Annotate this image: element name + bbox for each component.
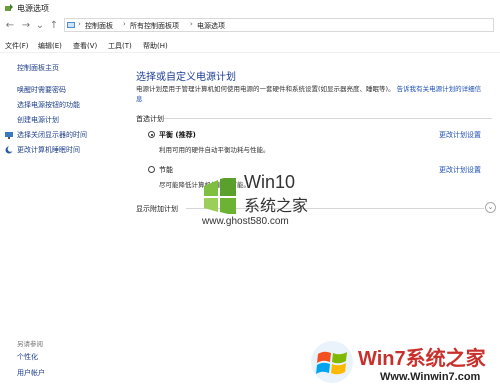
plan-power-saver-change-link[interactable]: 更改计划设置	[439, 165, 481, 175]
back-button[interactable]: ←	[4, 20, 16, 32]
page-description: 电源计划是用于管理计算机如何使用电源的一套硬件和系统设置(如显示器亮度、睡眠等)…	[136, 84, 486, 104]
sidebar-item-sleep[interactable]: 更改计算机睡眠时间	[17, 145, 80, 155]
address-bar-row: ← → ⌄ ↑ › 控制面板 › 所有控制面板项 › 电源选项	[0, 16, 500, 36]
menu-tools[interactable]: 工具(T)	[108, 41, 132, 51]
watermark-win10-text: Win10	[244, 172, 296, 192]
breadcrumb-separator: ›	[78, 20, 81, 28]
power-options-icon	[5, 4, 13, 11]
see-also-user-accounts[interactable]: 用户帐户	[17, 368, 45, 378]
watermark-url-text: www.ghost580.com	[202, 216, 289, 227]
section-divider	[164, 118, 492, 119]
sidebar-item-require-password[interactable]: 唤醒时需要密码	[17, 85, 66, 95]
plan-balanced-desc: 利用可用的硬件自动平衡功耗与性能。	[159, 146, 270, 154]
control-panel-icon	[67, 22, 75, 28]
breadcrumb-separator: ›	[123, 20, 126, 28]
see-also-label: 另请参阅	[17, 340, 43, 348]
breadcrumb-power-options[interactable]: 电源选项	[197, 21, 225, 31]
plan-power-saver-name[interactable]: 节能	[159, 165, 173, 175]
page-title: 选择或自定义电源计划	[136, 72, 236, 83]
breadcrumb-all-items[interactable]: 所有控制面板项	[130, 21, 179, 31]
sidebar-item-create-plan[interactable]: 创建电源计划	[17, 115, 59, 125]
sleep-moon-icon	[5, 146, 13, 154]
address-field[interactable]: › 控制面板 › 所有控制面板项 › 电源选项	[64, 18, 494, 32]
preferred-plans-label: 首选计划	[136, 115, 164, 123]
watermark-win10: Win10 系统之家 www.ghost580.com	[200, 172, 350, 232]
window-title: 电源选项	[17, 4, 49, 13]
up-button[interactable]: ↑	[48, 20, 60, 32]
title-bar: 电源选项	[0, 0, 500, 16]
win10-logo-icon	[204, 178, 236, 214]
recent-locations-button[interactable]: ⌄	[34, 20, 46, 32]
see-also-personalization[interactable]: 个性化	[17, 352, 38, 362]
sidebar-item-display-off[interactable]: 选择关闭显示器的时间	[17, 130, 87, 140]
menu-help[interactable]: 帮助(H)	[143, 41, 168, 51]
plan-balanced-name[interactable]: 平衡 (推荐)	[159, 130, 196, 140]
breadcrumb-separator: ›	[190, 20, 193, 28]
breadcrumb-control-panel[interactable]: 控制面板	[85, 21, 113, 31]
display-icon	[5, 132, 13, 139]
plan-balanced-change-link[interactable]: 更改计划设置	[439, 130, 481, 140]
watermark-win7-url: Www.Winwin7.com	[380, 371, 481, 383]
sidebar-item-power-buttons[interactable]: 选择电源按钮的功能	[17, 100, 80, 110]
watermark-win7: Win7系统之家 Www.Winwin7.com	[310, 338, 500, 391]
menu-edit[interactable]: 编辑(E)	[38, 41, 62, 51]
menu-file[interactable]: 文件(F)	[5, 41, 29, 51]
plan-balanced-radio[interactable]	[148, 131, 155, 138]
left-nav-pane: 控制面板主页 唤醒时需要密码 选择电源按钮的功能 创建电源计划 选择关闭显示器的…	[0, 52, 130, 391]
description-text: 电源计划是用于管理计算机如何使用电源的一套硬件和系统设置(如显示器亮度、睡眠等)…	[136, 85, 395, 93]
forward-button[interactable]: →	[20, 20, 32, 32]
menu-view[interactable]: 查看(V)	[73, 41, 97, 51]
watermark-win7-text: Win7系统之家	[358, 348, 486, 370]
plan-power-saver-radio[interactable]	[148, 166, 155, 173]
expand-chevron-icon[interactable]: ⌄	[485, 202, 496, 213]
additional-plans-label: 显示附加计划	[136, 205, 178, 213]
menu-bar: 文件(F) 编辑(E) 查看(V) 工具(T) 帮助(H)	[0, 38, 500, 53]
control-panel-home-link[interactable]: 控制面板主页	[17, 63, 59, 73]
watermark-system-home-text: 系统之家	[244, 196, 309, 215]
windows-flag-icon	[311, 341, 353, 383]
